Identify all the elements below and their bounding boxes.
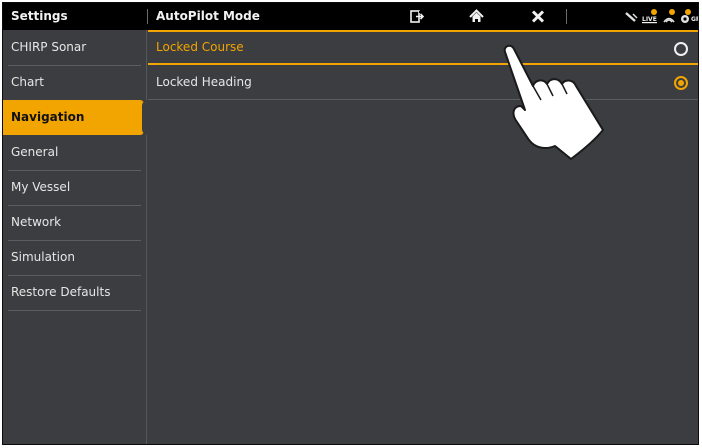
option-locked-heading[interactable]: Locked Heading [148, 65, 698, 100]
top-bar: Settings AutoPilot Mode LIVE G [3, 3, 698, 30]
close-icon[interactable] [531, 8, 545, 25]
radio-button-unchecked[interactable] [674, 41, 688, 56]
svg-text:GP: GP [691, 16, 699, 23]
satellite-icon [625, 12, 638, 22]
radio-button-checked[interactable] [674, 76, 688, 90]
exit-icon[interactable] [410, 8, 424, 25]
home-icon[interactable] [469, 8, 484, 25]
option-locked-course[interactable]: Locked Course [148, 30, 698, 65]
sonar-icon [663, 9, 675, 23]
option-label: Locked Course [156, 40, 244, 54]
sidebar-item-restore-defaults[interactable]: Restore Defaults [3, 275, 140, 310]
divider [8, 310, 141, 311]
pointing-hand-icon [503, 44, 604, 160]
divider [566, 9, 567, 24]
sidebar-item-label: Navigation [11, 110, 85, 124]
divider [147, 9, 148, 24]
sidebar-item-simulation[interactable]: Simulation [3, 240, 140, 275]
settings-sidebar: CHIRP Sonar Chart Navigation General My … [3, 30, 148, 444]
sidebar-item-navigation[interactable]: Navigation [3, 100, 148, 135]
option-label: Locked Heading [156, 75, 252, 89]
app-window: Settings AutoPilot Mode LIVE G CHIRP Son… [2, 2, 699, 445]
sidebar-item-chart[interactable]: Chart [3, 65, 140, 100]
sidebar-item-chirp-sonar[interactable]: CHIRP Sonar [3, 30, 140, 65]
svg-text:LIVE: LIVE [642, 16, 657, 23]
settings-title: Settings [11, 9, 68, 23]
gps-icon: GP [681, 9, 699, 23]
sidebar-item-my-vessel[interactable]: My Vessel [3, 170, 140, 205]
sidebar-item-general[interactable]: General [3, 135, 140, 170]
autopilot-mode-panel: Locked Course Locked Heading [148, 30, 698, 444]
live-icon: LIVE [642, 9, 657, 24]
sidebar-item-network[interactable]: Network [3, 205, 140, 240]
page-title: AutoPilot Mode [156, 9, 260, 23]
